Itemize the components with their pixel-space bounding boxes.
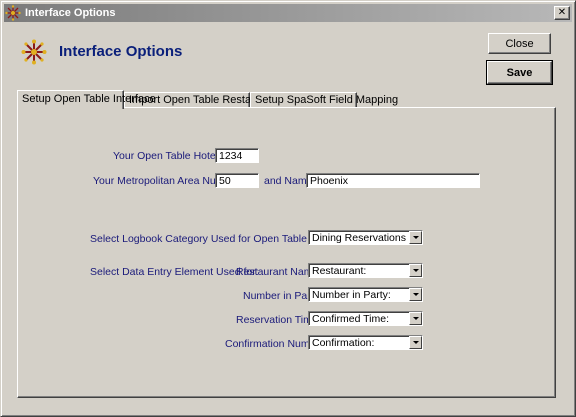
title-bar[interactable]: Interface Options ✕ [4,4,572,22]
chevron-down-icon[interactable] [409,288,422,301]
logbook-category-select[interactable]: Dining Reservations [308,230,423,245]
metro-area-number-input[interactable]: 50 [215,173,259,188]
logbook-category-value: Dining Reservations [312,232,406,244]
tab-panel: Your Open Table Hotel ID: 1234 Your Metr… [17,107,556,398]
chevron-down-icon[interactable] [409,336,422,349]
close-icon: ✕ [557,7,567,18]
number-in-party-value: Number in Party: [312,289,391,301]
close-button-label: Close [505,37,534,50]
hotel-id-input[interactable]: 1234 [215,148,259,163]
save-button[interactable]: Save [486,60,553,85]
chevron-down-icon[interactable] [409,264,422,277]
number-in-party-select[interactable]: Number in Party: [308,287,423,302]
data-entry-intro-label: Select Data Entry Element Used for: [90,266,259,278]
save-button-label: Save [506,66,533,79]
chevron-down-icon[interactable] [409,312,422,325]
compass-star-icon [5,5,21,21]
window-title: Interface Options [25,7,116,19]
chevron-down-icon[interactable] [409,231,422,244]
tab-setup-open-table-interface[interactable]: Setup Open Table Interface [17,90,156,109]
restaurant-name-value: Restaurant: [312,265,367,277]
confirmation-number-select[interactable]: Confirmation: [308,335,423,350]
restaurant-name-select[interactable]: Restaurant: [308,263,423,278]
compass-star-icon [21,39,47,65]
interface-options-window: Interface Options ✕ Interface Options Cl… [0,0,576,417]
close-button[interactable]: Close [488,33,551,54]
tab-setup-spasoft-field-mapping[interactable]: Setup SpaSoft Field Mapping [250,92,398,108]
reservation-time-select[interactable]: Confirmed Time: [308,311,423,326]
metro-name-input[interactable]: Phoenix [306,173,480,188]
reservation-time-value: Confirmed Time: [312,313,390,325]
window-close-button[interactable]: ✕ [554,6,570,20]
confirmation-number-value: Confirmation: [312,337,375,349]
page-title: Interface Options [59,43,183,60]
